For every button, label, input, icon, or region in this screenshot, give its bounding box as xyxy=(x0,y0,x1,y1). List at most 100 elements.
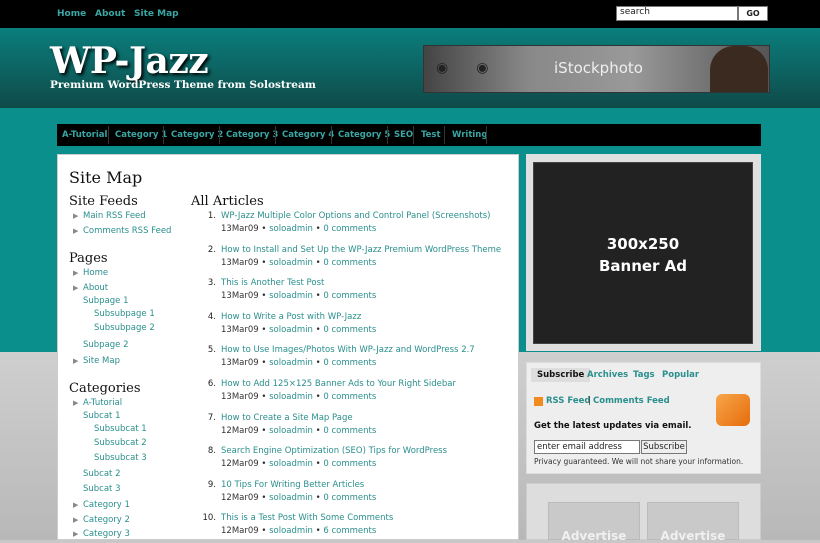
article-title-link[interactable]: Search Engine Optimization (SEO) Tips fo… xyxy=(221,446,447,456)
pages-heading: Pages xyxy=(69,251,108,266)
article-meta: 13Mar09 • soloadmin • 0 comments xyxy=(221,257,377,268)
topnav-home[interactable]: Home xyxy=(57,9,86,19)
rss-large-icon[interactable] xyxy=(716,394,750,426)
catnav-divider xyxy=(413,126,414,144)
tab-subscribe[interactable]: Subscribe xyxy=(531,368,591,382)
category-link[interactable]: A-Tutorial xyxy=(83,398,122,408)
page-link[interactable]: Subsubpage 2 xyxy=(94,323,155,333)
topnav-site-map[interactable]: Site Map xyxy=(134,9,179,19)
article-comments-link[interactable]: 0 comments xyxy=(323,392,376,402)
article-comments-link[interactable]: 0 comments xyxy=(323,426,376,436)
article-meta: 13Mar09 • soloadmin • 0 comments xyxy=(221,291,377,302)
article-author-link[interactable]: soloadmin xyxy=(269,291,313,301)
article-author-link[interactable]: soloadmin xyxy=(269,392,313,402)
article-title-link[interactable]: How to Create a Site Map Page xyxy=(221,413,353,423)
article-author-link[interactable]: soloadmin xyxy=(269,493,313,503)
article-comments-link[interactable]: 0 comments xyxy=(323,224,376,234)
article-number: 2. xyxy=(207,244,216,255)
category-link[interactable]: Subsubcat 2 xyxy=(94,438,147,448)
article-title-link[interactable]: WP-Jazz Multiple Color Options and Contr… xyxy=(221,211,490,221)
email-field[interactable]: enter email address xyxy=(534,440,640,454)
catnav-category-3[interactable]: Category 3 xyxy=(226,130,278,140)
header-banner-ad[interactable]: ◉◉ iStockphoto xyxy=(423,45,770,93)
page-link[interactable]: Site Map xyxy=(83,356,120,366)
article-date: 13Mar09 xyxy=(221,392,259,402)
catnav-divider xyxy=(387,126,388,144)
page-link[interactable]: Subpage 1 xyxy=(83,296,129,306)
tab-archives[interactable]: Archives xyxy=(587,370,628,380)
article-date: 13Mar09 xyxy=(221,358,259,369)
site-logo[interactable]: WP-Jazz xyxy=(50,40,209,82)
ad-square-2[interactable]: Advertise xyxy=(647,502,739,543)
catnav-category-2[interactable]: Category 2 xyxy=(171,130,223,140)
article-title-link[interactable]: How to Install and Set Up the WP-Jazz Pr… xyxy=(221,245,501,255)
page-link[interactable]: Home xyxy=(83,268,108,278)
search-go-button[interactable]: GO xyxy=(738,6,768,21)
feed-link-main[interactable]: Main RSS Feed xyxy=(83,211,146,221)
bullet-icon: ▶ xyxy=(73,212,79,220)
article-author-link[interactable]: soloadmin xyxy=(269,325,313,335)
category-link[interactable]: Category 2 xyxy=(83,515,130,525)
catnav-category-5[interactable]: Category 5 xyxy=(338,130,390,140)
catnav-category-1[interactable]: Category 1 xyxy=(115,130,167,140)
article-title-link[interactable]: 10 Tips For Writing Better Articles xyxy=(221,480,364,490)
article-meta: 12Mar09 • soloadmin • 6 comments xyxy=(221,526,377,537)
article-author-link[interactable]: soloadmin xyxy=(269,459,313,469)
bullet-icon: ▶ xyxy=(73,399,79,407)
category-link[interactable]: Subcat 1 xyxy=(83,411,121,421)
tab-popular[interactable]: Popular xyxy=(662,370,699,380)
rss-feed-link[interactable]: RSS Feed xyxy=(546,396,590,406)
page-link[interactable]: Subpage 2 xyxy=(83,340,129,350)
category-link[interactable]: Category 3 xyxy=(83,529,130,539)
banner-ad-300x250[interactable]: 300x250 Banner Ad xyxy=(533,162,753,344)
article-comments-link[interactable]: 6 comments xyxy=(323,526,376,536)
banner-brand: iStockphoto xyxy=(554,59,643,77)
article-author-link[interactable]: soloadmin xyxy=(269,526,313,536)
article-author-link[interactable]: soloadmin xyxy=(269,426,313,436)
feed-link-comments[interactable]: Comments RSS Feed xyxy=(83,226,171,236)
article-author-link[interactable]: soloadmin xyxy=(269,258,313,268)
article-comments-link[interactable]: 0 comments xyxy=(323,325,376,335)
article-title-link[interactable]: This is a Test Post With Some Comments xyxy=(221,513,393,523)
article-author-link[interactable]: soloadmin xyxy=(269,224,313,234)
catnav-writing[interactable]: Writing xyxy=(452,130,487,140)
subscribe-button[interactable]: Subscribe xyxy=(641,440,687,454)
catnav-a-tutorial[interactable]: A-Tutorial xyxy=(62,130,107,140)
article-author-link[interactable]: soloadmin xyxy=(269,358,313,368)
page-link[interactable]: About xyxy=(83,283,108,293)
category-link[interactable]: Subcat 2 xyxy=(83,469,121,479)
article-number: 7. xyxy=(207,412,216,423)
rss-icon xyxy=(534,397,543,406)
category-link[interactable]: Subsubcat 3 xyxy=(94,453,147,463)
topnav-about[interactable]: About xyxy=(95,9,125,19)
comments-feed-link[interactable]: Comments Feed xyxy=(593,396,670,406)
category-link[interactable]: Subsubcat 1 xyxy=(94,424,147,434)
article-title-link[interactable]: How to Write a Post with WP-Jazz xyxy=(221,312,361,322)
category-link[interactable]: Category 1 xyxy=(83,500,130,510)
article-meta: 13Mar09 • soloadmin • 0 comments xyxy=(221,358,377,369)
catnav-seo[interactable]: SEO xyxy=(394,130,413,140)
article-comments-link[interactable]: 0 comments xyxy=(323,291,376,301)
tab-tags[interactable]: Tags xyxy=(633,370,655,380)
article-title-link[interactable]: This is Another Test Post xyxy=(221,278,324,288)
article-comments-link[interactable]: 0 comments xyxy=(323,258,376,268)
catnav-divider xyxy=(444,126,445,144)
ad-square-1[interactable]: Advertise xyxy=(548,502,640,543)
search-input[interactable]: search xyxy=(616,6,738,21)
article-title-link[interactable]: How to Use Images/Photos With WP-Jazz an… xyxy=(221,345,475,355)
article-comments-link[interactable]: 0 comments xyxy=(323,358,376,368)
article-comments-link[interactable]: 0 comments xyxy=(323,493,376,503)
article-date: 13Mar09 xyxy=(221,224,259,234)
rss-separator: | xyxy=(588,396,591,406)
article-comments-link[interactable]: 0 comments xyxy=(323,459,376,469)
article-meta: 12Mar09 • soloadmin • 0 comments xyxy=(221,425,377,436)
article-number: 5. xyxy=(207,345,216,356)
page-link[interactable]: Subsubpage 1 xyxy=(94,309,155,319)
site-tagline: Premium WordPress Theme from Solostream xyxy=(50,79,316,91)
catnav-category-4[interactable]: Category 4 xyxy=(282,130,334,140)
bullet-icon: ▶ xyxy=(73,530,79,538)
article-meta: 12Mar09 • soloadmin • 0 comments xyxy=(221,492,377,503)
catnav-test[interactable]: Test xyxy=(421,130,441,140)
category-link[interactable]: Subcat 3 xyxy=(83,484,121,494)
article-title-link[interactable]: How to Add 125×125 Banner Ads to Your Ri… xyxy=(221,379,456,389)
